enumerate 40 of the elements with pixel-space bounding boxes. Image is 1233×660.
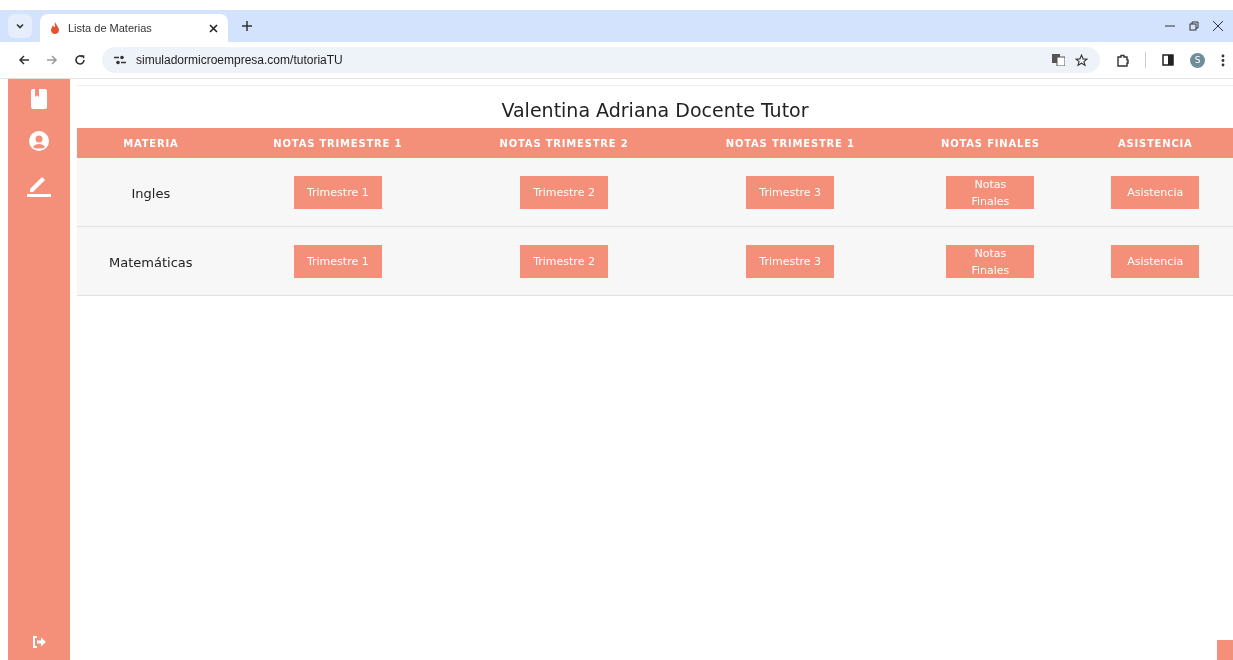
- site-settings-icon[interactable]: [114, 55, 126, 65]
- action-button[interactable]: Trimestre 1: [293, 175, 382, 209]
- chevron-down-icon: [15, 21, 25, 31]
- tab-title: Lista de Materias: [68, 22, 153, 34]
- profile-avatar[interactable]: S: [1190, 52, 1205, 68]
- close-icon[interactable]: [209, 23, 218, 33]
- action-button[interactable]: Trimestre 3: [746, 175, 835, 209]
- action-button[interactable]: Trimestre 2: [520, 244, 609, 278]
- subject-name: Ingles: [131, 185, 171, 201]
- flame-icon: [50, 22, 60, 34]
- action-button[interactable]: Trimestre 2: [520, 175, 609, 209]
- restore-icon[interactable]: [1189, 21, 1199, 31]
- action-button[interactable]: Notas Finales: [946, 244, 1035, 278]
- url-text: simuladormicroempresa.com/tutoriaTU: [136, 53, 343, 67]
- action-button[interactable]: Notas Finales: [946, 175, 1035, 209]
- column-header: NOTAS TRIMESTRE 1: [273, 137, 403, 149]
- more-icon[interactable]: [1221, 53, 1225, 67]
- action-button[interactable]: Trimestre 1: [293, 244, 382, 278]
- column-header: MATERIA: [123, 137, 179, 149]
- forward-icon[interactable]: [46, 54, 58, 66]
- star-icon[interactable]: [1075, 53, 1088, 67]
- translate-icon[interactable]: [1052, 54, 1065, 66]
- column-header: ASISTENCIA: [1117, 137, 1193, 149]
- column-header: NOTAS TRIMESTRE 2: [499, 137, 629, 149]
- extensions-icon[interactable]: [1116, 53, 1129, 67]
- action-button[interactable]: Trimestre 3: [746, 244, 835, 278]
- action-button[interactable]: Asistencia: [1111, 175, 1200, 209]
- browser-tab[interactable]: Lista de Materias: [40, 14, 228, 42]
- new-tab-icon[interactable]: [242, 21, 252, 31]
- page-title: Valentina Adriana Docente Tutor: [500, 98, 810, 123]
- reload-icon[interactable]: [74, 54, 86, 66]
- subject-name: Matemáticas: [109, 254, 193, 270]
- side-panel-icon[interactable]: [1162, 54, 1174, 66]
- column-header: NOTAS FINALES: [941, 137, 1040, 149]
- close-window-icon[interactable]: [1213, 21, 1223, 31]
- column-header: NOTAS TRIMESTRE 1: [725, 137, 855, 149]
- tab-search-button[interactable]: [8, 14, 32, 38]
- address-bar[interactable]: simuladormicroempresa.com/tutoriaTU: [102, 47, 1100, 73]
- back-icon[interactable]: [18, 54, 30, 66]
- action-button[interactable]: Asistencia: [1111, 244, 1200, 278]
